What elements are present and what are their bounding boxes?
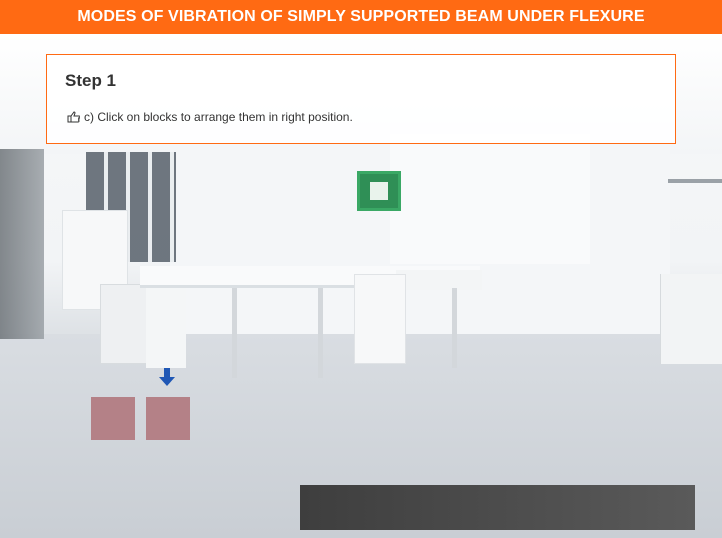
hand-point-right-icon [67,111,81,123]
instruction-panel: Step 1 c) Click on blocks to arrange the… [46,54,676,144]
block-1[interactable] [91,397,135,440]
bottom-bar [300,485,695,530]
arrow-down-icon [159,368,175,386]
instruction-text: c) Click on blocks to arrange them in ri… [84,110,353,124]
page-title: MODES OF VIBRATION OF SIMPLY SUPPORTED B… [77,8,645,25]
instruction-row: c) Click on blocks to arrange them in ri… [67,110,353,124]
page-title-bar: MODES OF VIBRATION OF SIMPLY SUPPORTED B… [0,0,722,34]
safety-panel [357,171,401,211]
block-2[interactable] [146,397,190,440]
step-title: Step 1 [65,71,117,90]
